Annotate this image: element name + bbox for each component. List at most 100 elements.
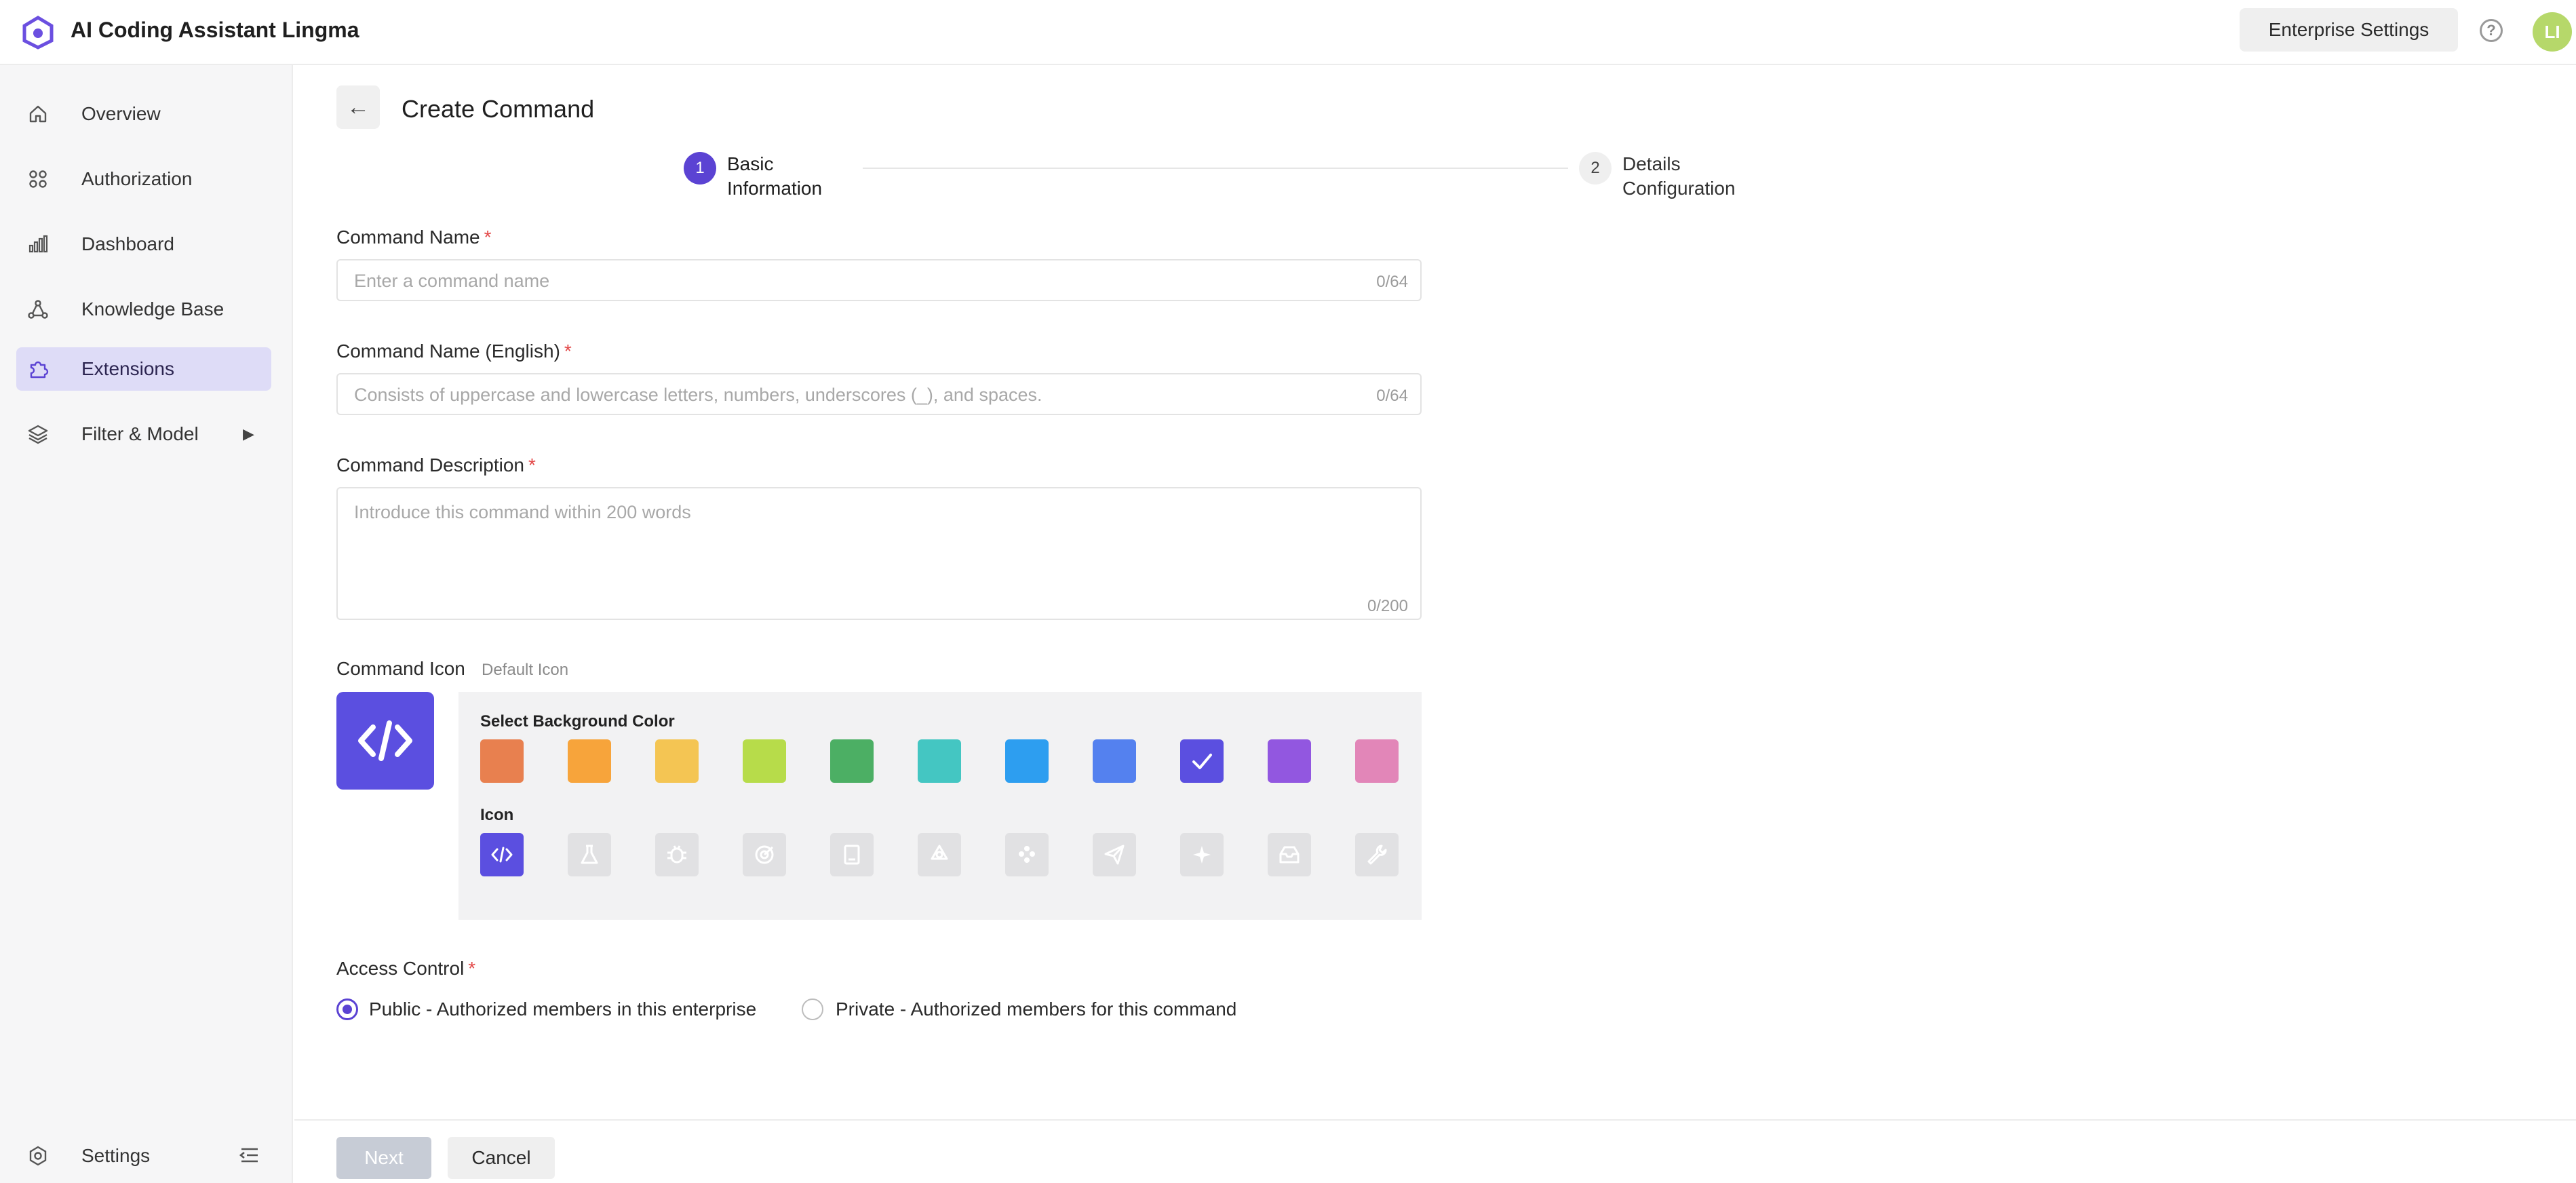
color-swatch-yellow[interactable]: [655, 739, 699, 783]
code-icon: [491, 847, 513, 863]
access-private-label[interactable]: Private - Authorized members for this co…: [836, 998, 1236, 1020]
color-swatch-pink[interactable]: [1355, 739, 1399, 783]
command-name-en-input[interactable]: Consists of uppercase and lowercase lett…: [336, 373, 1422, 415]
flask-icon: [581, 845, 598, 864]
gear-icon: [27, 1145, 49, 1167]
icon-option-recycle[interactable]: [918, 833, 961, 876]
step-1-label: Basic Information: [727, 153, 823, 199]
icon-picker-panel: Select Background Color Icon: [458, 692, 1422, 920]
grid-icon: [27, 168, 49, 190]
command-name-label: Command Name *: [336, 227, 492, 248]
bug-icon: [667, 845, 686, 864]
icon-option-inbox[interactable]: [1268, 833, 1311, 876]
icon-option-code[interactable]: [480, 833, 524, 876]
question-circle-icon[interactable]: ?: [2480, 19, 2503, 42]
sidebar-item-label: Filter & Model: [81, 423, 199, 444]
command-name-en-placeholder: Consists of uppercase and lowercase lett…: [354, 385, 1042, 405]
color-swatch-lime[interactable]: [743, 739, 786, 783]
form-footer: Next Cancel: [294, 1119, 2576, 1183]
color-swatch-purple[interactable]: [1268, 739, 1311, 783]
paper-plane-icon: [1104, 845, 1125, 865]
required-mark: *: [528, 454, 536, 476]
color-swatch-amber[interactable]: [568, 739, 611, 783]
avatar[interactable]: LI: [2533, 12, 2572, 52]
wrench-icon: [1367, 845, 1387, 865]
command-name-en-counter: 0/64: [1376, 387, 1408, 405]
access-control-label: Access Control *: [336, 958, 476, 979]
step-2-label: Details Configuration: [1622, 153, 1736, 199]
icon-option-wrench[interactable]: [1355, 833, 1399, 876]
sidebar-item-filter-model[interactable]: Filter & Model ▶: [16, 412, 271, 456]
icon-option-sparkle[interactable]: [1180, 833, 1224, 876]
command-name-en-label: Command Name (English) *: [336, 341, 572, 362]
command-name-input[interactable]: Enter a command name 0/64: [336, 259, 1422, 301]
step-2-indicator: 2: [1579, 152, 1612, 185]
color-swatch-indigo[interactable]: [1180, 739, 1224, 783]
command-icon-preview: [336, 692, 434, 790]
app-root: AI Coding Assistant Lingma Enterprise Se…: [0, 0, 2576, 1183]
access-private-radio[interactable]: [802, 998, 823, 1020]
lingma-logo-icon: [22, 16, 54, 50]
recycle-icon: [931, 845, 948, 860]
command-icon-label: Command Icon: [336, 658, 465, 679]
select-background-color-title: Select Background Color: [480, 712, 675, 731]
command-name-counter: 0/64: [1376, 273, 1408, 291]
color-swatch-orange[interactable]: [480, 739, 524, 783]
back-button[interactable]: ←: [336, 85, 380, 129]
icon-option-bug[interactable]: [655, 833, 699, 876]
command-description-textarea[interactable]: Introduce this command within 200 words …: [336, 487, 1422, 620]
app-title: AI Coding Assistant Lingma: [71, 18, 359, 42]
sidebar-item-extensions[interactable]: Extensions: [16, 347, 271, 391]
sidebar-item-label: Knowledge Base: [81, 298, 225, 319]
color-swatch-teal[interactable]: [918, 739, 961, 783]
icon-option-flask[interactable]: [568, 833, 611, 876]
home-icon: [27, 103, 49, 125]
icon-option-flower[interactable]: [1005, 833, 1049, 876]
command-name-placeholder: Enter a command name: [354, 271, 550, 291]
nodes-icon: [27, 298, 49, 320]
enterprise-settings-button[interactable]: Enterprise Settings: [2240, 8, 2458, 52]
sidebar-item-knowledge-base[interactable]: Knowledge Base: [16, 288, 271, 331]
color-swatch-blue[interactable]: [1093, 739, 1136, 783]
sidebar-item-label: Settings: [81, 1145, 151, 1166]
sidebar-item-label: Overview: [81, 103, 161, 124]
command-description-placeholder: Introduce this command within 200 words: [354, 502, 691, 522]
access-public-label[interactable]: Public - Authorized members in this ente…: [369, 998, 756, 1020]
top-bar: AI Coding Assistant Lingma Enterprise Se…: [0, 0, 2576, 65]
cancel-button[interactable]: Cancel: [448, 1137, 555, 1179]
target-icon: [755, 845, 774, 864]
sidebar-item-label: Authorization: [81, 168, 193, 189]
book-icon: [844, 845, 860, 865]
required-mark: *: [468, 958, 476, 979]
access-public-radio[interactable]: [336, 998, 358, 1020]
sidebar-item-dashboard[interactable]: Dashboard: [16, 222, 271, 266]
icon-option-target[interactable]: [743, 833, 786, 876]
sidebar-item-settings[interactable]: Settings: [16, 1134, 271, 1178]
sparkle-icon: [1193, 846, 1211, 864]
inbox-icon: [1279, 846, 1300, 864]
sidebar-item-overview[interactable]: Overview: [16, 92, 271, 136]
sidebar-item-label: Extensions: [81, 358, 174, 379]
sidebar: Overview Authorization Dashboard Knowled…: [0, 65, 293, 1183]
layers-icon: [27, 423, 49, 445]
required-mark: *: [564, 341, 572, 362]
main-content: ← Create Command 1 Basic Information 2 D…: [294, 65, 2576, 1183]
color-swatch-green[interactable]: [830, 739, 874, 783]
default-icon-hint: Default Icon: [482, 661, 569, 679]
check-icon: [1192, 754, 1212, 769]
step-1-indicator: 1: [684, 152, 716, 185]
arrow-left-icon: ←: [347, 94, 370, 120]
collapse-menu-icon[interactable]: [237, 1144, 260, 1167]
sidebar-item-authorization[interactable]: Authorization: [16, 157, 271, 201]
bar-chart-icon: [27, 233, 49, 255]
color-swatch-sky[interactable]: [1005, 739, 1049, 783]
puzzle-icon: [27, 358, 49, 380]
icon-option-paper-plane[interactable]: [1093, 833, 1136, 876]
step-connector: [863, 168, 1568, 169]
icon-option-book[interactable]: [830, 833, 874, 876]
next-button[interactable]: Next: [336, 1137, 431, 1179]
command-description-counter: 0/200: [1367, 597, 1408, 615]
command-description-label: Command Description *: [336, 454, 536, 476]
caret-right-icon: ▶: [243, 425, 254, 442]
icon-title: Icon: [480, 806, 514, 824]
